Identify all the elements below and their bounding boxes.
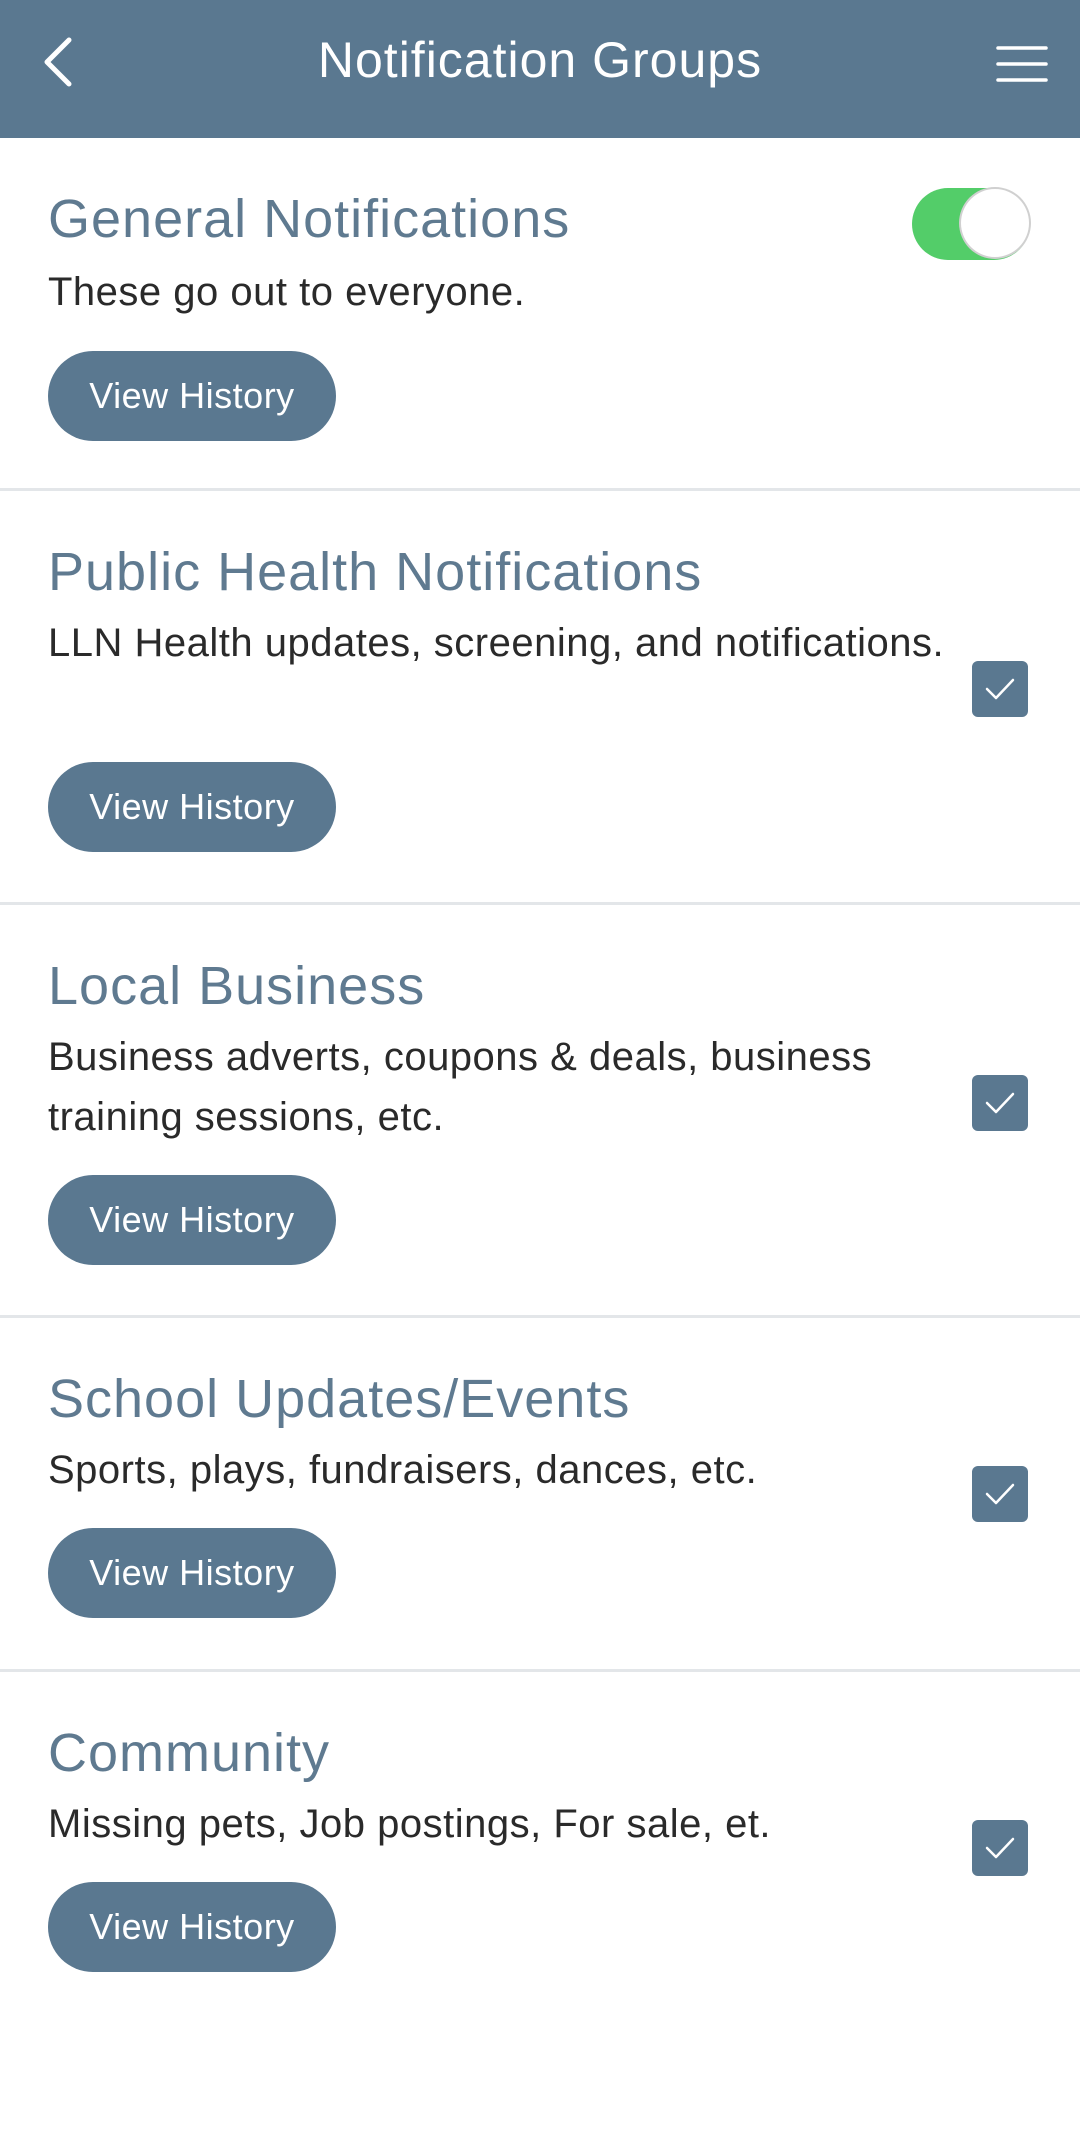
group-community: Community Missing pets, Job postings, Fo… [0, 1672, 1080, 2026]
group-description: Business adverts, coupons & deals, busin… [48, 1035, 873, 1139]
view-history-button[interactable]: View History [48, 1528, 336, 1618]
toggle-knob [961, 189, 1029, 257]
group-title: General Notifications [48, 189, 571, 249]
view-history-button[interactable]: View History [48, 762, 336, 852]
group-school-updates: School Updates/Events Sports, plays, fun… [0, 1318, 1080, 1672]
group-local-business: Local Business Business adverts, coupons… [0, 905, 1080, 1318]
public-health-checkbox[interactable] [972, 661, 1028, 717]
general-notifications-toggle[interactable] [912, 188, 1030, 260]
group-description: Missing pets, Job postings, For sale, et… [48, 1802, 772, 1846]
menu-button[interactable] [992, 34, 1052, 94]
group-general-notifications: General Notifications These go out to ev… [0, 138, 1080, 491]
group-title: Local Business [48, 956, 426, 1016]
checkmark-icon [985, 1092, 1015, 1114]
local-business-checkbox[interactable] [972, 1075, 1028, 1131]
page-title: Notification Groups [317, 32, 763, 88]
notification-groups-list: General Notifications These go out to ev… [0, 138, 1080, 2026]
group-title: School Updates/Events [48, 1369, 631, 1429]
group-description: These go out to everyone. [48, 270, 526, 314]
group-title: Community [48, 1723, 331, 1783]
group-description: Sports, plays, fundraisers, dances, etc. [48, 1448, 758, 1492]
group-title: Public Health Notifications [48, 542, 703, 602]
checkmark-icon [985, 678, 1015, 700]
school-updates-checkbox[interactable] [972, 1466, 1028, 1522]
view-history-button[interactable]: View History [48, 1175, 336, 1265]
checkmark-icon [985, 1483, 1015, 1505]
hamburger-menu-icon [996, 46, 1048, 82]
app-header: Notification Groups [0, 0, 1080, 138]
community-checkbox[interactable] [972, 1820, 1028, 1876]
view-history-button[interactable]: View History [48, 1882, 336, 1972]
group-description: LLN Health updates, screening, and notif… [48, 621, 945, 665]
checkmark-icon [985, 1837, 1015, 1859]
group-public-health: Public Health Notifications LLN Health u… [0, 491, 1080, 905]
view-history-button[interactable]: View History [48, 351, 336, 441]
